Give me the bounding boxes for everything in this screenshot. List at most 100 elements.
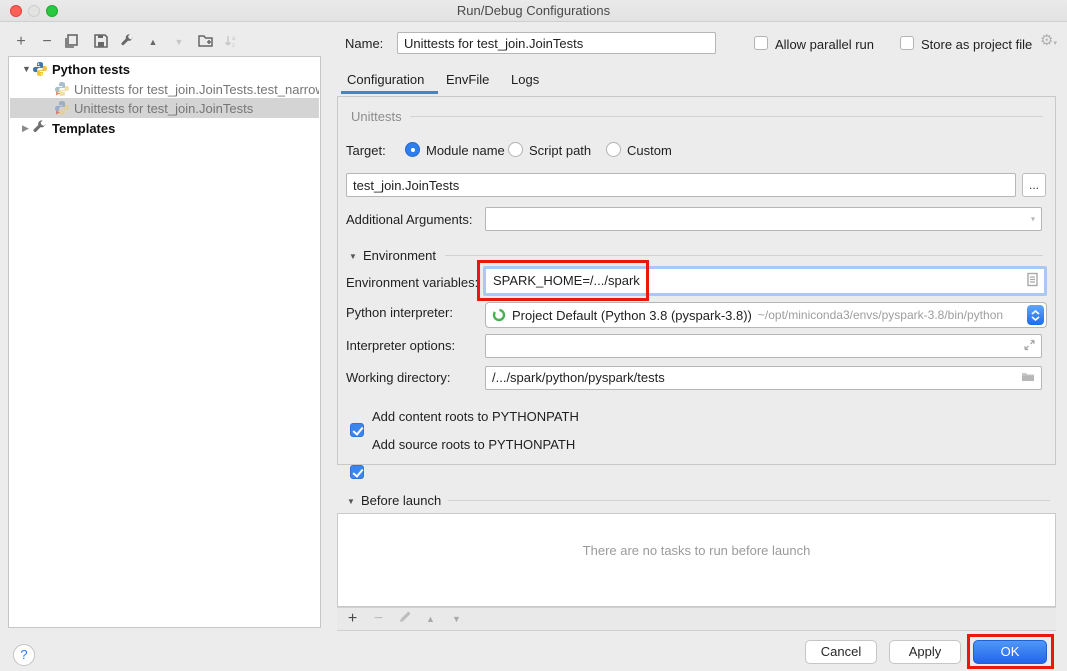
active-tab-underline — [341, 91, 438, 94]
window-title: Run/Debug Configurations — [0, 0, 1067, 21]
environment-section-label: Environment — [363, 248, 436, 263]
python-interpreter-select[interactable]: Project Default (Python 3.8 (pyspark-3.8… — [485, 302, 1047, 328]
move-down-button: ▼ — [170, 33, 188, 51]
store-as-project-file-checkbox[interactable] — [900, 36, 914, 50]
wrench-icon — [120, 34, 134, 51]
expand-field-icon[interactable] — [1024, 339, 1035, 354]
sort-configurations-button: az — [222, 33, 240, 51]
add-source-roots-label: Add source roots to PYTHONPATH — [372, 437, 575, 452]
move-task-up-button: ▲ — [423, 615, 438, 624]
target-label: Target: — [346, 143, 386, 158]
zoom-window-button[interactable] — [46, 5, 58, 17]
additional-arguments-label: Additional Arguments: — [346, 212, 472, 227]
target-module-name-radio[interactable] — [405, 142, 420, 157]
help-button[interactable]: ? — [13, 644, 35, 666]
tree-item-test-narrow[interactable]: Unittests for test_join.JoinTests.test_n… — [10, 79, 319, 99]
environment-variables-label: Environment variables: — [346, 275, 478, 290]
triangle-down-icon: ▼ — [175, 38, 184, 47]
gear-icon[interactable]: ⚙▾ — [1040, 31, 1057, 49]
edit-task-button — [397, 611, 412, 627]
before-launch-section-label: Before launch — [361, 493, 441, 508]
before-launch-toolbar: + − ▲ ▼ — [337, 607, 1056, 631]
add-content-roots-label: Add content roots to PYTHONPATH — [372, 409, 579, 424]
working-directory-label: Working directory: — [346, 370, 451, 385]
target-module-name-label: Module name — [426, 143, 505, 158]
ok-button[interactable]: OK — [973, 640, 1047, 664]
python-interpreter-value: Project Default (Python 3.8 (pyspark-3.8… — [512, 308, 752, 323]
browse-button[interactable]: ... — [1022, 173, 1046, 197]
environment-collapse-icon[interactable]: ▼ — [349, 252, 357, 261]
folder-icon[interactable] — [1021, 367, 1035, 389]
name-label: Name: — [345, 36, 383, 51]
run-debug-configurations-dialog: Run/Debug Configurations + − ▲ ▼ az ▼ Py… — [0, 0, 1067, 671]
additional-arguments-input[interactable]: ▾ — [485, 207, 1042, 231]
python-test-config-icon — [54, 100, 70, 116]
before-launch-empty-text: There are no tasks to run before launch — [583, 543, 811, 558]
save-configuration-button[interactable] — [92, 33, 110, 51]
module-name-input[interactable] — [346, 173, 1016, 197]
triangle-up-icon: ▲ — [149, 38, 158, 47]
tree-item-python-tests[interactable]: ▼ Python tests — [10, 59, 319, 79]
dropdown-stepper-icon[interactable] — [1027, 305, 1044, 325]
apply-button[interactable]: Apply — [889, 640, 961, 664]
svg-text:a: a — [232, 36, 236, 42]
svg-text:z: z — [232, 43, 235, 48]
store-as-project-file-label: Store as project file — [921, 37, 1032, 52]
target-custom-radio[interactable] — [606, 142, 621, 157]
remove-configuration-button[interactable]: − — [38, 33, 56, 51]
allow-parallel-run-checkbox[interactable] — [754, 36, 768, 50]
conda-environment-icon — [492, 308, 506, 322]
cancel-button[interactable]: Cancel — [805, 640, 877, 664]
tab-logs[interactable]: Logs — [511, 72, 539, 87]
configuration-panel: Unittests Target: Module name Script pat… — [337, 96, 1056, 465]
working-directory-value: /.../spark/python/pyspark/tests — [492, 370, 665, 385]
chevron-right-icon[interactable]: ▶ — [22, 123, 32, 134]
add-configuration-button[interactable]: + — [12, 33, 30, 51]
title-bar: Run/Debug Configurations — [0, 0, 1067, 22]
python-test-config-icon — [54, 81, 70, 97]
expand-chevron-icon[interactable]: ▾ — [1031, 215, 1035, 224]
plus-icon: + — [16, 33, 25, 51]
tab-configuration[interactable]: Configuration — [347, 72, 424, 87]
edit-templates-button[interactable] — [118, 33, 136, 51]
before-launch-collapse-icon[interactable]: ▼ — [347, 497, 355, 506]
new-folder-button[interactable] — [196, 33, 214, 51]
python-interpreter-path: ~/opt/miniconda3/envs/pyspark-3.8/bin/py… — [758, 308, 1003, 322]
tab-envfile[interactable]: EnvFile — [446, 72, 489, 87]
env-vars-list-icon[interactable] — [1027, 273, 1038, 290]
tree-item-jointests-selected[interactable]: Unittests for test_join.JoinTests — [10, 98, 319, 118]
remove-task-button: − — [371, 610, 386, 628]
interpreter-options-input[interactable] — [485, 334, 1042, 358]
wrench-icon — [32, 120, 48, 136]
environment-variables-value: SPARK_HOME=/.../spark — [493, 273, 640, 288]
folder-plus-icon — [198, 34, 213, 50]
python-icon — [32, 61, 48, 77]
section-divider — [410, 116, 1043, 117]
environment-variables-field[interactable]: SPARK_HOME=/.../spark — [483, 266, 1047, 296]
name-input[interactable] — [397, 32, 716, 54]
close-window-button[interactable] — [10, 5, 22, 17]
target-custom-label: Custom — [627, 143, 672, 158]
move-up-button[interactable]: ▲ — [144, 33, 162, 51]
copy-configuration-button[interactable] — [62, 33, 80, 51]
interpreter-options-label: Interpreter options: — [346, 338, 455, 353]
unittests-section-label: Unittests — [351, 109, 402, 124]
tree-item-templates[interactable]: ▶ Templates — [10, 118, 319, 138]
tree-item-label: Unittests for test_join.JoinTests — [74, 101, 253, 116]
copy-icon — [64, 34, 78, 51]
python-interpreter-label: Python interpreter: — [346, 305, 453, 320]
section-divider — [448, 500, 1050, 501]
add-source-roots-checkbox[interactable] — [350, 465, 364, 479]
target-script-path-label: Script path — [529, 143, 591, 158]
sort-az-icon: az — [224, 34, 238, 51]
target-script-path-radio[interactable] — [508, 142, 523, 157]
chevron-down-icon[interactable]: ▼ — [22, 64, 32, 74]
working-directory-input[interactable]: /.../spark/python/pyspark/tests — [485, 366, 1042, 390]
add-task-button[interactable]: + — [345, 610, 360, 628]
save-icon — [94, 34, 108, 51]
tree-item-label: Unittests for test_join.JoinTests.test_n… — [74, 82, 319, 97]
section-divider — [445, 255, 1043, 256]
tree-item-label: Templates — [52, 121, 115, 136]
add-content-roots-checkbox[interactable] — [350, 423, 364, 437]
move-task-down-button: ▼ — [449, 615, 464, 624]
